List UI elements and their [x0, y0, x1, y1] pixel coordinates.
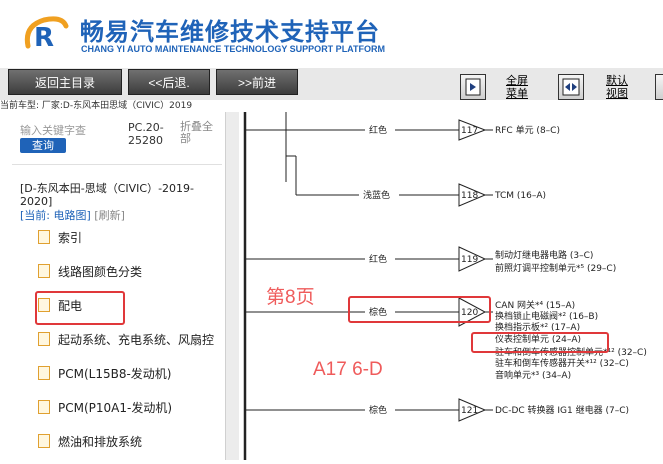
wire-119-color: 红色	[369, 253, 387, 265]
file-icon	[38, 264, 50, 278]
wire-117-target: RFC 单元 (8–C)	[495, 124, 560, 136]
default-view-link[interactable]: 默认 视图	[606, 74, 628, 100]
sidebar-item-label: PCM(P10A1-发动机)	[58, 401, 173, 415]
file-icon	[38, 332, 50, 346]
fullscreen-label-l1: 全屏	[506, 74, 528, 87]
app-title: 畅易汽车维修技术支持平台	[80, 18, 380, 46]
svg-text:R: R	[34, 23, 54, 53]
wire-121-color: 棕色	[369, 404, 387, 416]
reference-annotation: A17 6-D	[313, 359, 383, 380]
sidebar-item-label: 起动系统、充电系统、风扇控	[58, 333, 215, 347]
back-to-main-button[interactable]: 返回主目录	[8, 69, 122, 95]
pc-code: PC.20- 25280	[128, 121, 164, 147]
forward-button[interactable]: >>前进	[216, 69, 298, 95]
wire-118-target: TCM (16–A)	[494, 191, 546, 201]
collapse-all-l2: 部	[180, 132, 191, 145]
collapse-all-link[interactable]: 折叠全 部	[180, 121, 220, 145]
app-subtitle: CHANG YI AUTO MAINTENANCE TECHNOLOGY SUP…	[81, 44, 386, 54]
sidebar-item-label: 线路图颜色分类	[58, 265, 143, 279]
wire-120-target-4: 仪表控制单元 (24–A)	[495, 333, 581, 345]
sidebar-divider	[12, 164, 222, 165]
sidebar-item-wire-colors[interactable]: 线路图颜色分类	[38, 261, 225, 283]
app-header: R 畅易汽车维修技术支持平台 CHANG YI AUTO MAINTENANCE…	[0, 0, 663, 69]
current-section: [当前: 电路图] [刷新]	[20, 207, 125, 223]
current-section-label: [当前: 电路图]	[20, 209, 91, 222]
wire-120-target-1: CAN 网关*⁴ (15–A)	[495, 299, 575, 311]
page-number-annotation: 第8页	[266, 287, 315, 308]
wire-120-target-3: 换档指示板*² (17–A)	[495, 321, 580, 333]
sidebar-item-fuel-emission[interactable]: 燃油和排放系统	[38, 431, 225, 453]
pc-code-l2: 25280	[128, 134, 163, 147]
wire-117-color: 红色	[369, 124, 387, 136]
wire-120-target-6: 驻车和倒车传感器开关*¹² (32–C)	[495, 357, 629, 369]
sidebar-item-starting-charging[interactable]: 起动系统、充电系统、风扇控	[38, 329, 225, 351]
sidebar-scrollbar[interactable]	[225, 112, 240, 460]
sidebar-item-label: 燃油和排放系统	[58, 435, 143, 449]
search-input[interactable]: 输入关键字查	[20, 122, 120, 137]
more-tools-icon[interactable]	[655, 74, 663, 100]
sidebar-item-label: PCM(L15B8-发动机)	[58, 367, 172, 381]
wire-118-color: 浅蓝色	[363, 189, 390, 201]
back-button[interactable]: <<后退.	[128, 69, 210, 95]
default-view-icon[interactable]	[558, 74, 584, 100]
fullscreen-label-l2: 菜单	[506, 87, 528, 100]
sidebar-item-pcm-l15b8[interactable]: PCM(L15B8-发动机)	[38, 363, 225, 385]
wire-119-target-2: 前照灯调平控制单元*⁵ (29–C)	[495, 262, 616, 274]
refresh-link[interactable]: [刷新]	[94, 209, 125, 222]
sidebar-item-pcm-p10a1[interactable]: PCM(P10A1-发动机)	[38, 397, 225, 419]
fullscreen-menu-icon[interactable]	[460, 74, 486, 100]
pc-code-l1: PC.20-	[128, 121, 164, 134]
sidebar-item-label: 索引	[58, 231, 83, 245]
wire-120-target-7: 音响单元*³ (34–A)	[495, 369, 571, 381]
search-button[interactable]: 查询	[20, 138, 66, 153]
file-icon	[38, 366, 50, 380]
wire-119-number: 119	[461, 255, 478, 265]
wire-121-target: DC-DC 转换器 IG1 继电器 (7–C)	[495, 404, 629, 416]
default-view-label-l1: 默认	[606, 74, 628, 87]
highlight-box-power-distribution	[35, 291, 125, 325]
default-view-label-l2: 视图	[606, 87, 628, 100]
car-model-description: [D-东风本田-思域（CIVIC）-2019- 2020]	[20, 182, 220, 208]
wire-121-number: 121	[461, 406, 478, 416]
file-icon	[38, 230, 50, 244]
fullscreen-menu-link[interactable]: 全屏 菜单	[506, 74, 528, 100]
wire-120-color: 棕色	[369, 306, 387, 318]
wire-118-number: 118	[461, 191, 478, 201]
wire-120-number: 120	[461, 308, 478, 318]
current-car-info: 当前车型: 厂家:D-东风本田思域（CIVIC）2019	[0, 101, 193, 111]
changyi-logo-icon: R	[24, 16, 69, 53]
toolbar: 返回主目录 <<后退. >>前进 全屏 菜单 默认 视图	[0, 68, 663, 100]
sidebar-item-index[interactable]: 索引	[38, 227, 225, 249]
file-icon	[38, 434, 50, 448]
wire-117-number: 117	[461, 126, 478, 136]
wire-119-target-1: 制动灯继电器电路 (3–C)	[495, 249, 593, 261]
wire-120-target-2: 换档锁止电磁阀*² (16–B)	[495, 310, 598, 322]
file-icon	[38, 400, 50, 414]
car-model-l1: [D-东风本田-思域（CIVIC）-2019-	[20, 182, 195, 195]
